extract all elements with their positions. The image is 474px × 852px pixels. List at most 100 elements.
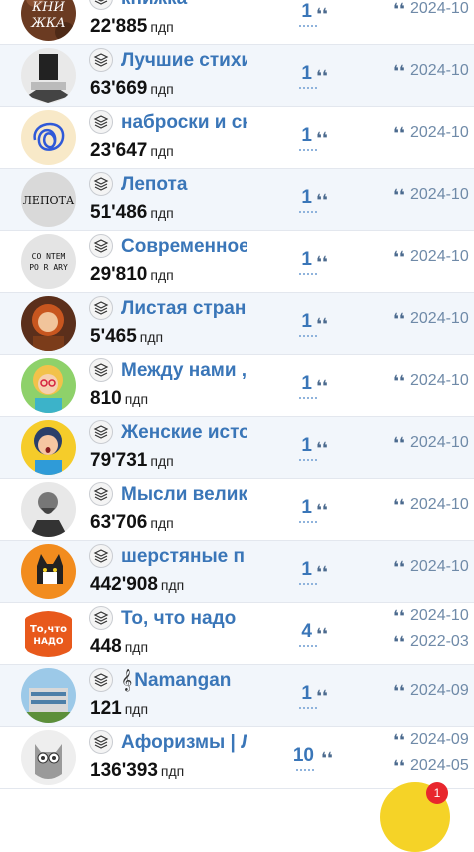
channel-row[interactable]: Лучшие стихи 63'669 пдп 1 ❛❛ ❛❛ 2024-10 (0, 45, 474, 107)
quote-icon: ❛❛ (316, 67, 328, 86)
channel-title-text: Между нами , (121, 360, 247, 381)
mention-count-link[interactable]: 10 (292, 745, 314, 767)
layers-icon (89, 48, 113, 72)
subscriber-info: 121 пдп (90, 697, 148, 722)
subscriber-count: 5'465 (90, 326, 137, 347)
count-underline (299, 645, 317, 647)
subscriber-count: 136'393 (90, 760, 158, 781)
layers-icon (89, 296, 113, 320)
post-date: 2024-10 (410, 372, 469, 389)
channel-title-link[interactable]: Листая стран (121, 295, 247, 323)
count-underline (299, 335, 317, 337)
channel-title-link[interactable]: То, что надо (121, 605, 247, 633)
mention-count-link[interactable]: 1 (290, 559, 312, 581)
contemporary-logo-avatar[interactable]: CO NTEM PO R ARY (21, 234, 76, 289)
quote-icon: ❛❛ (316, 253, 328, 272)
channel-row[interactable]: шерстяные п 442'908 пдп 1 ❛❛ ❛❛ 2024-10 (0, 541, 474, 603)
subscriber-info: 29'810 пдп (90, 263, 174, 288)
channel-title-text: шерстяные п (121, 546, 245, 567)
channel-row[interactable]: ЛЕПОТА Лепота 51'486 пдп 1 ❛❛ ❛❛ 2024-10 (0, 169, 474, 231)
post-date: 2024-10 (410, 558, 469, 575)
subscriber-unit: пдп (150, 515, 174, 531)
count-underline (299, 273, 317, 275)
quote-icon: ❛❛ (316, 439, 328, 458)
mention-count-link[interactable]: 1 (290, 311, 312, 333)
mention-count-link[interactable]: 1 (290, 249, 312, 271)
channel-row[interactable]: CO NTEM PO R ARY Современное 29'810 пдп 1 ❛❛ ❛❛… (0, 231, 474, 293)
channel-title-link[interactable]: Мысли велик (121, 481, 247, 509)
channel-title-link[interactable]: Лепота (121, 171, 247, 199)
mention-count-link[interactable]: 1 (290, 1, 312, 23)
channel-row[interactable]: Афоризмы | Л 136'393 пдп 10 ❛❛ ❛❛ 2024-09 ❛❛ 202… (0, 727, 474, 789)
channel-row[interactable]: Женские исто 79'731 пдп 1 ❛❛ ❛❛ 2024-10 (0, 417, 474, 479)
subscriber-info: 442'908 пдп (90, 573, 184, 598)
quote-icon: ❛❛ (316, 129, 328, 148)
mention-count-link[interactable]: 1 (290, 187, 312, 209)
building-photo-avatar[interactable] (21, 668, 76, 723)
mention-count-link[interactable]: 4 (290, 621, 312, 643)
mention-count-link[interactable]: 1 (290, 497, 312, 519)
subscriber-count: 22'885 (90, 16, 148, 37)
quote-icon: ❛❛ (316, 191, 328, 210)
channel-title-link[interactable]: шерстяные п (121, 543, 247, 571)
channel-title-link[interactable]: Женские исто (121, 419, 247, 447)
subscriber-info: 23'647 пдп (90, 139, 174, 164)
channel-title-link[interactable]: книжка (121, 0, 247, 13)
to-chto-nado-logo-avatar[interactable]: То,что НАДО (21, 606, 76, 661)
cat-orange-avatar[interactable] (21, 544, 76, 599)
channel-title-link[interactable]: Лучшие стихи (121, 47, 247, 75)
channel-title-link[interactable]: наброски и сн (121, 109, 247, 137)
count-underline (299, 25, 317, 27)
subscriber-info: 448 пдп (90, 635, 148, 660)
date-quote-icon: ❛❛ (393, 682, 405, 701)
mention-count-link[interactable]: 1 (290, 125, 312, 147)
quote-icon: ❛❛ (316, 687, 328, 706)
quote-icon: ❛❛ (316, 315, 328, 334)
count-underline (299, 707, 317, 709)
mention-count-link[interactable]: 1 (290, 435, 312, 457)
book-reader-photo-avatar[interactable] (21, 48, 76, 103)
surprised-woman-avatar[interactable] (21, 420, 76, 475)
channel-row[interactable]: КНИЖКАкнижка22'885пдп1❛❛❛❛2024-10 (0, 0, 474, 45)
subscriber-count: 442'908 (90, 574, 158, 595)
owl-illustration-avatar[interactable] (21, 730, 76, 785)
red-haired-girl-portrait-avatar[interactable] (21, 296, 76, 351)
subscriber-unit: пдп (150, 143, 174, 159)
post-date: 2024-10 (410, 496, 469, 513)
mention-count-link[interactable]: 1 (290, 63, 312, 85)
date-quote-icon: ❛❛ (393, 310, 405, 329)
quote-icon: ❛❛ (316, 563, 328, 582)
subscriber-info: 136'393 пдп (90, 759, 184, 784)
channel-row[interactable]: То,что НАДО То, что надо 448 пдп 4 ❛❛ ❛❛ 2024-10… (0, 603, 474, 665)
woman-with-glasses-avatar[interactable] (21, 358, 76, 413)
date-quote-icon: ❛❛ (393, 372, 405, 391)
subscriber-info: 63'669 пдп (90, 77, 174, 102)
count-underline (299, 521, 317, 523)
date-quote-icon: ❛❛ (393, 124, 405, 143)
channel-title-link[interactable]: Между нами , (121, 357, 247, 385)
channel-title-link[interactable]: Афоризмы | Л (121, 729, 247, 757)
channel-row[interactable]: наброски и сн 23'647 пдп 1 ❛❛ ❛❛ 2024-10 (0, 107, 474, 169)
channel-row[interactable]: 𝄞 Namangan 121 пдп 1 ❛❛ ❛❛ 2024-09 (0, 665, 474, 727)
channel-row[interactable]: Листая стран 5'465 пдп 1 ❛❛ ❛❛ 2024-10 (0, 293, 474, 355)
subscriber-unit: пдп (124, 639, 149, 655)
date-quote-icon: ❛❛ (393, 633, 405, 652)
subscriber-count: 448 (90, 636, 122, 657)
subscriber-count: 63'706 (90, 512, 148, 533)
date-quote-icon: ❛❛ (393, 0, 405, 19)
post-date: 2024-10 (410, 607, 469, 624)
subscriber-info: 22'885 пдп (90, 15, 174, 40)
mention-count-link[interactable]: 1 (290, 373, 312, 395)
mention-count-link[interactable]: 1 (290, 683, 312, 705)
channel-row[interactable]: Между нами , 810 пдп 1 ❛❛ ❛❛ 2024-10 (0, 355, 474, 417)
post-date: 2024-10 (410, 310, 469, 327)
post-date: 2024-10 (410, 0, 469, 17)
blue-scribble-avatar[interactable] (21, 110, 76, 165)
channel-row[interactable]: Мысли велик 63'706 пдп 1 ❛❛ ❛❛ 2024-10 (0, 479, 474, 541)
knizhka-logo-avatar[interactable]: КНИ ЖКА (21, 0, 76, 41)
lepota-logo-avatar[interactable]: ЛЕПОТА (21, 172, 76, 227)
channel-title-link[interactable]: 𝄞 Namangan (121, 667, 247, 695)
chekhov-portrait-avatar[interactable] (21, 482, 76, 537)
subscriber-info: 63'706 пдп (90, 511, 174, 536)
channel-title-link[interactable]: Современное (121, 233, 247, 261)
